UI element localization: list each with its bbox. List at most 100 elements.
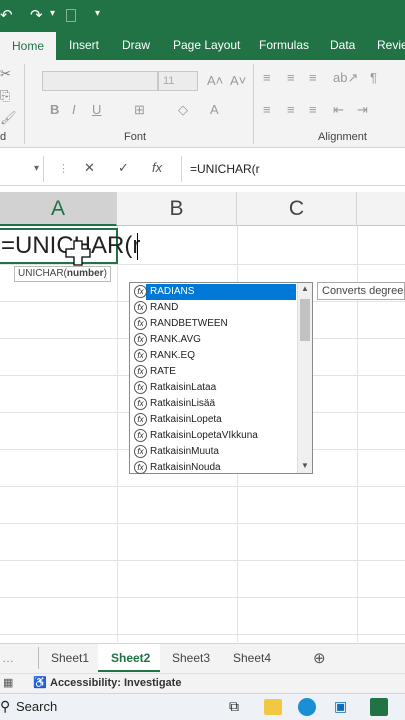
scrollbar-thumb[interactable] bbox=[300, 299, 310, 341]
list-item[interactable]: fx RatkaisinLisää bbox=[134, 396, 215, 412]
name-box[interactable]: ▾ bbox=[0, 156, 44, 182]
search-icon[interactable]: ⚲ bbox=[0, 698, 10, 715]
list-item[interactable]: fx RADIANS bbox=[134, 284, 194, 300]
sheet-nav-ellipsis[interactable]: … bbox=[2, 651, 14, 665]
format-painter-icon[interactable]: 🖌 bbox=[0, 110, 17, 126]
list-item[interactable]: fx RatkaisinMuuta bbox=[134, 444, 219, 460]
redo-dropdown-icon[interactable]: ▾ bbox=[50, 8, 55, 19]
text-direction-icon[interactable]: ¶ bbox=[370, 70, 377, 85]
function-icon: fx bbox=[134, 300, 147, 314]
insert-function-button[interactable]: fx bbox=[152, 160, 162, 175]
list-item[interactable]: fx RatkaisinLataa bbox=[134, 380, 216, 396]
gridline bbox=[0, 634, 405, 635]
tab-home[interactable]: Home bbox=[0, 32, 56, 60]
function-icon: fx bbox=[134, 396, 147, 410]
enter-button[interactable]: ✓ bbox=[118, 160, 129, 176]
taskbar-search[interactable]: Search bbox=[16, 699, 57, 714]
tab-data[interactable]: Data bbox=[330, 38, 355, 52]
tab-formulas[interactable]: Formulas bbox=[259, 38, 309, 52]
font-size-box[interactable]: 11 bbox=[158, 71, 198, 91]
undo-icon[interactable]: ↶ bbox=[0, 6, 13, 24]
list-item[interactable]: fx RatkaisinLopetaVIkkuna bbox=[134, 428, 258, 444]
sheet-tab-sheet4[interactable]: Sheet4 bbox=[233, 651, 271, 665]
decrease-indent-icon[interactable]: ⇤ bbox=[333, 102, 344, 118]
ribbon-tabs: Insert Draw Page Layout Formulas Data Re… bbox=[0, 32, 405, 60]
sheet-tab-sheet3[interactable]: Sheet3 bbox=[172, 651, 210, 665]
tab-insert[interactable]: Insert bbox=[69, 38, 99, 52]
italic-button[interactable]: I bbox=[72, 102, 76, 117]
font-color-icon[interactable]: A bbox=[210, 102, 219, 117]
font-name-box[interactable] bbox=[42, 71, 158, 91]
align-center-icon[interactable]: ≡ bbox=[287, 102, 295, 117]
add-sheet-icon[interactable]: ⊕ bbox=[313, 649, 326, 667]
gridline bbox=[0, 523, 405, 524]
function-icon: fx bbox=[134, 332, 147, 346]
new-file-icon[interactable] bbox=[66, 9, 76, 22]
increase-indent-icon[interactable]: ⇥ bbox=[357, 102, 368, 118]
status-bar: ▦ ♿ Accessibility: Investigate bbox=[0, 673, 405, 693]
tab-page-layout[interactable]: Page Layout bbox=[173, 38, 240, 52]
borders-icon[interactable]: ⊞ bbox=[134, 102, 145, 118]
function-icon: fx bbox=[134, 348, 147, 362]
fill-color-icon[interactable]: ◇ bbox=[178, 102, 188, 118]
tab-review[interactable]: Revie bbox=[377, 38, 405, 52]
gridline bbox=[0, 597, 405, 598]
copy-icon[interactable]: ⎘ bbox=[0, 88, 10, 104]
gridline bbox=[0, 264, 405, 265]
text-cursor bbox=[137, 233, 138, 260]
column-header-c[interactable]: C bbox=[237, 192, 357, 226]
divider bbox=[253, 64, 254, 144]
function-icon: fx bbox=[134, 364, 147, 378]
list-item[interactable]: fx RATE bbox=[134, 364, 176, 380]
align-bottom-icon[interactable]: ≡ bbox=[309, 70, 317, 85]
gridline bbox=[0, 486, 405, 487]
formula-bar: ▾ ⋮ ✕ ✓ fx =UNICHAR(r bbox=[0, 152, 405, 186]
function-icon: fx bbox=[134, 316, 147, 330]
store-icon[interactable]: ▣ bbox=[334, 698, 347, 715]
sheet-tab-sheet1[interactable]: Sheet1 bbox=[51, 651, 89, 665]
list-item[interactable]: fx RANDBETWEEN bbox=[134, 316, 228, 332]
grow-font-icon[interactable]: A˄ bbox=[207, 73, 223, 88]
customize-qat-icon[interactable]: ▾ bbox=[95, 8, 100, 19]
tab-draw[interactable]: Draw bbox=[122, 38, 150, 52]
align-middle-icon[interactable]: ≡ bbox=[287, 70, 295, 85]
scrollbar[interactable]: ▲ ▼ bbox=[297, 283, 312, 473]
align-right-icon[interactable]: ≡ bbox=[309, 102, 317, 117]
accessibility-status[interactable]: Accessibility: Investigate bbox=[50, 677, 181, 689]
tooltip-close-paren: ) bbox=[103, 268, 107, 279]
file-explorer-icon[interactable] bbox=[264, 699, 282, 715]
function-icon: fx bbox=[134, 444, 147, 458]
task-view-icon[interactable]: ⧉ bbox=[229, 698, 239, 715]
scroll-up-icon[interactable]: ▲ bbox=[301, 284, 309, 293]
function-icon: fx bbox=[134, 380, 147, 394]
accessibility-icon[interactable]: ♿ bbox=[33, 676, 47, 689]
edge-icon[interactable] bbox=[298, 698, 316, 716]
function-tooltip: UNICHAR(number) bbox=[14, 266, 111, 282]
column-header-b[interactable]: B bbox=[117, 192, 237, 226]
list-item[interactable]: fx RAND bbox=[134, 300, 178, 316]
autocomplete-list[interactable]: fx RADIANS fx RAND fx RANDBETWEEN fx RANK.AV… bbox=[129, 282, 313, 474]
list-item[interactable]: fx RatkaisinNouda bbox=[134, 460, 221, 476]
cancel-button[interactable]: ✕ bbox=[84, 160, 95, 176]
align-top-icon[interactable]: ≡ bbox=[263, 70, 271, 85]
list-item[interactable]: fx RANK.EQ bbox=[134, 348, 195, 364]
cut-icon[interactable]: ✂ bbox=[0, 66, 11, 82]
align-left-icon[interactable]: ≡ bbox=[263, 102, 271, 117]
redo-icon[interactable]: ↷ bbox=[30, 6, 43, 24]
excel-icon[interactable] bbox=[370, 698, 388, 716]
function-icon: fx bbox=[134, 412, 147, 426]
tooltip-function-name: UNICHAR( bbox=[18, 268, 67, 279]
alignment-group-label: Alignment bbox=[318, 131, 367, 143]
scroll-down-icon[interactable]: ▼ bbox=[301, 461, 309, 470]
more-icon: ⋮ bbox=[58, 163, 69, 175]
macro-record-icon[interactable]: ▦ bbox=[3, 676, 13, 689]
bold-button[interactable]: B bbox=[50, 102, 59, 117]
list-item[interactable]: fx RatkaisinLopeta bbox=[134, 412, 222, 428]
underline-button[interactable]: U bbox=[92, 102, 101, 117]
sheet-tab-sheet2[interactable]: Sheet2 bbox=[111, 651, 150, 665]
orientation-icon[interactable]: ab↗ bbox=[333, 70, 358, 86]
list-item[interactable]: fx RANK.AVG bbox=[134, 332, 201, 348]
shrink-font-icon[interactable]: A˅ bbox=[230, 73, 246, 88]
formula-input[interactable]: =UNICHAR(r bbox=[181, 156, 405, 182]
column-header-a[interactable]: A bbox=[0, 192, 117, 226]
